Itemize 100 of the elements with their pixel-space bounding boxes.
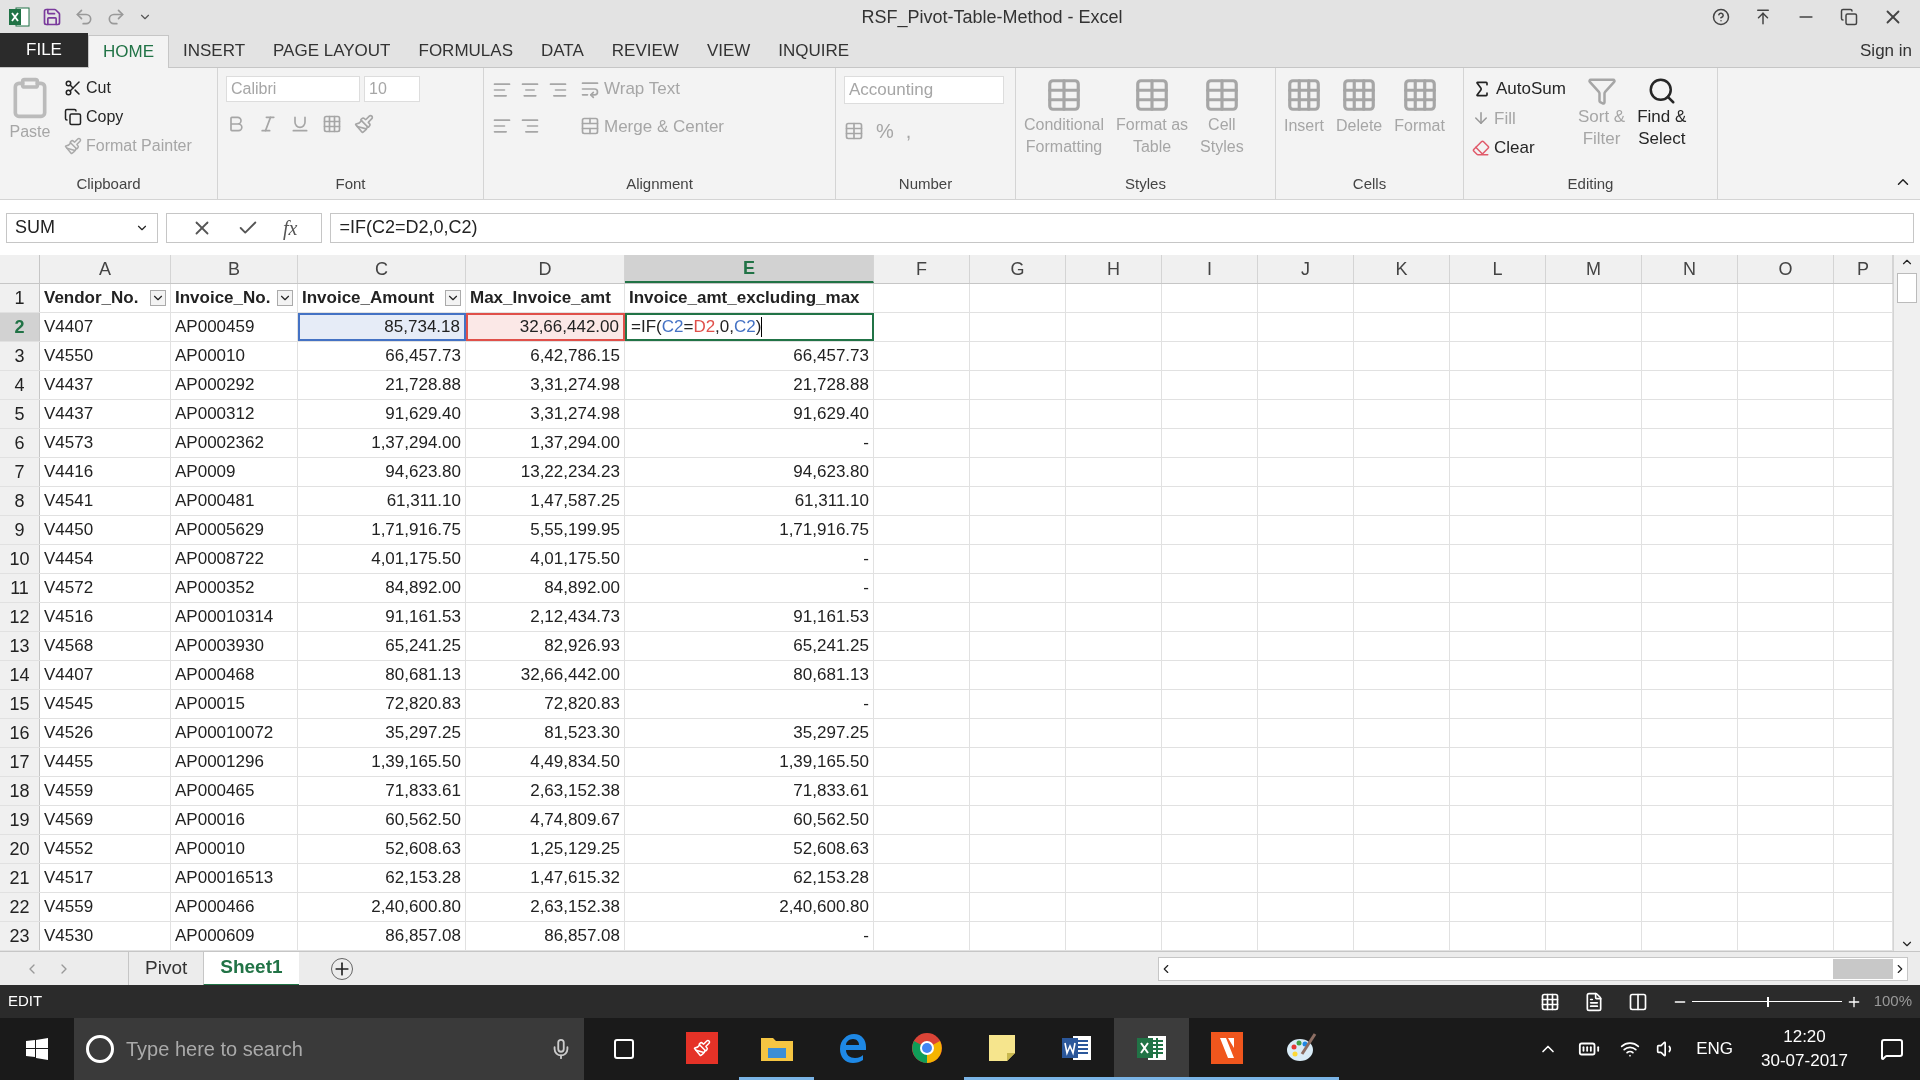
table-cell-text: 4,01,175.50: [530, 548, 620, 571]
column-header[interactable]: C: [298, 255, 466, 283]
column-header[interactable]: I: [1162, 255, 1258, 283]
row-number[interactable]: 9: [0, 516, 40, 544]
taskbar-app[interactable]: [1114, 1018, 1189, 1080]
scrollbar-thumb[interactable]: [1833, 958, 1893, 979]
table-cell-text: V4450: [44, 519, 94, 542]
table-cell-text: AP000459: [175, 316, 255, 339]
row-number[interactable]: 14: [0, 661, 40, 689]
clear-button[interactable]: Clear: [1494, 135, 1535, 161]
table-cell-text: AP000312: [175, 403, 255, 426]
horizontal-scrollbar[interactable]: [1158, 956, 1908, 981]
filter-dropdown-icon[interactable]: [445, 290, 461, 306]
column-header[interactable]: B: [171, 255, 298, 283]
filter-icon: [1586, 76, 1617, 106]
row-number[interactable]: 2: [0, 313, 40, 341]
ribbon-display-icon[interactable]: [1754, 8, 1772, 26]
column-header[interactable]: O: [1738, 255, 1834, 283]
file-tab[interactable]: FILE: [0, 33, 88, 67]
row-number[interactable]: 21: [0, 864, 40, 892]
page-break-view-icon[interactable]: [1627, 991, 1648, 1012]
column-header[interactable]: J: [1258, 255, 1354, 283]
row-number[interactable]: 8: [0, 487, 40, 515]
column-header[interactable]: E: [625, 255, 874, 283]
row-number[interactable]: 15: [0, 690, 40, 718]
column-header[interactable]: F: [874, 255, 970, 283]
column-header[interactable]: G: [970, 255, 1066, 283]
normal-view-icon[interactable]: [1539, 991, 1560, 1012]
ribbon-tab[interactable]: PAGE LAYOUT: [259, 35, 405, 67]
filter-dropdown-icon[interactable]: [150, 290, 166, 306]
name-box[interactable]: SUM: [6, 212, 158, 243]
row-number[interactable]: 3: [0, 342, 40, 370]
scrollbar-thumb[interactable]: [1897, 273, 1917, 303]
ribbon-tab[interactable]: VIEW: [692, 35, 765, 67]
row-number[interactable]: 1: [0, 284, 40, 312]
copy-button[interactable]: Copy: [86, 105, 124, 129]
save-icon[interactable]: [42, 7, 62, 27]
column-header[interactable]: H: [1066, 255, 1162, 283]
zoom-thumb[interactable]: [1766, 996, 1769, 1007]
sheet-tab[interactable]: Sheet1: [203, 951, 299, 986]
table-cell-text: 1,71,916.75: [779, 519, 869, 542]
ribbon-tab[interactable]: FORMULAS: [404, 35, 527, 67]
clock[interactable]: 12:20 30-07-2017: [1761, 1025, 1848, 1073]
find-select-button[interactable]: Find & Select: [1637, 76, 1687, 173]
format-painter-icon: [64, 137, 82, 155]
row-number[interactable]: 12: [0, 603, 40, 631]
column-header[interactable]: A: [40, 255, 171, 283]
editing-cell[interactable]: =IF(C2=D2,0,C2): [625, 313, 874, 341]
sign-in-link[interactable]: Sign in: [1860, 37, 1920, 64]
notifications-icon[interactable]: [1880, 1037, 1904, 1061]
table-cell-text: V4516: [44, 606, 94, 629]
ribbon-tab[interactable]: REVIEW: [597, 35, 693, 67]
ribbon-tab[interactable]: DATA: [527, 35, 598, 67]
row-number[interactable]: 22: [0, 893, 40, 921]
row-number[interactable]: 17: [0, 748, 40, 776]
ribbon-tab[interactable]: INQUIRE: [764, 35, 864, 67]
table-cell-text: 1,37,294.00: [530, 432, 620, 455]
ribbon-tab[interactable]: HOME: [88, 35, 169, 68]
column-header[interactable]: L: [1450, 255, 1546, 283]
help-icon[interactable]: [1712, 8, 1730, 26]
table-cell-text: 80,681.13: [793, 664, 869, 687]
row-number[interactable]: 7: [0, 458, 40, 486]
row-number[interactable]: 20: [0, 835, 40, 863]
formula-field[interactable]: =IF(C2=D2,0,C2): [330, 212, 1914, 243]
vertical-scrollbar[interactable]: [1893, 255, 1920, 951]
windows-logo-icon[interactable]: [26, 1038, 48, 1060]
table-cell-text: 91,161.53: [385, 606, 461, 629]
table-cell-text: V4569: [44, 809, 94, 832]
table-cell-text: V4552: [44, 838, 94, 861]
restore-icon[interactable]: [1840, 8, 1858, 26]
table-cell-text: 85,734.18: [384, 316, 460, 339]
row-number[interactable]: 19: [0, 806, 40, 834]
wifi-icon[interactable]: [1620, 1039, 1641, 1059]
row-number[interactable]: 18: [0, 777, 40, 805]
row-number[interactable]: 13: [0, 632, 40, 660]
table-cell-text: V4541: [44, 490, 94, 513]
ribbon-tab[interactable]: INSERT: [169, 35, 260, 67]
row-number[interactable]: 4: [0, 371, 40, 399]
row-number[interactable]: 16: [0, 719, 40, 747]
column-header[interactable]: N: [1642, 255, 1738, 283]
table-cell-text: 91,629.40: [385, 403, 461, 426]
cut-button[interactable]: Cut: [86, 76, 111, 100]
task-view-icon[interactable]: [612, 1037, 636, 1061]
table-cell-text: V4530: [44, 925, 94, 948]
zoom-slider[interactable]: [1691, 994, 1842, 1009]
language-indicator[interactable]: ENG: [1696, 1036, 1734, 1062]
insert-function-button[interactable]: fx: [283, 212, 298, 243]
row-number[interactable]: 10: [0, 545, 40, 573]
autosum-button[interactable]: AutoSum: [1496, 76, 1566, 102]
row-number[interactable]: 11: [0, 574, 40, 602]
row-number[interactable]: 23: [0, 922, 40, 950]
row-number[interactable]: 5: [0, 400, 40, 428]
column-header[interactable]: M: [1546, 255, 1642, 283]
table-cell-text: AP00016513: [175, 867, 274, 890]
column-header[interactable]: K: [1354, 255, 1450, 283]
filter-dropdown-icon[interactable]: [277, 290, 293, 306]
table-cell-text: 72,820.83: [544, 693, 620, 716]
table-cell-text: AP0009: [175, 461, 236, 484]
row-number[interactable]: 6: [0, 429, 40, 457]
search-field[interactable]: Type here to search: [74, 1018, 584, 1080]
